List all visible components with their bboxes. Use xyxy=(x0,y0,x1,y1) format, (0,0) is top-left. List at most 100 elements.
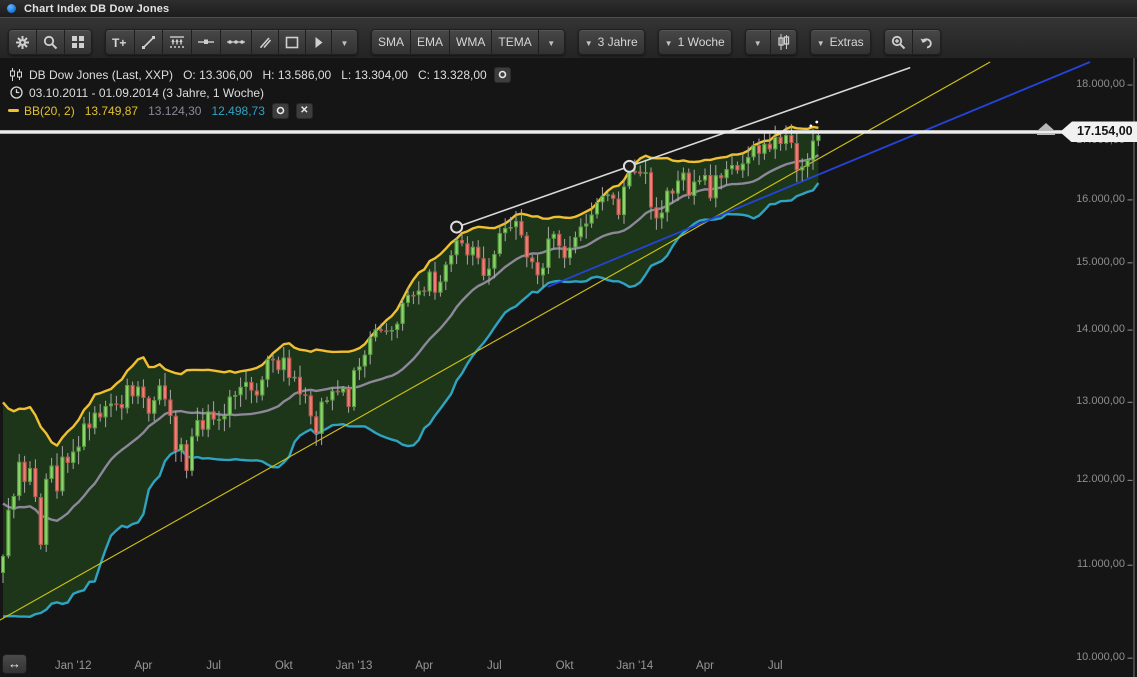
toolbar-button-label: Extras xyxy=(830,35,864,49)
ray-tool-icon xyxy=(227,38,245,46)
toolbar-button-search[interactable] xyxy=(37,29,65,55)
price-scale-arrow-icon[interactable] xyxy=(1037,123,1055,135)
toolbar-button-freehand-tool[interactable] xyxy=(252,29,279,55)
toolbar: T+ ▼ SMA EMA WMA TEMA ▼ ▼ 3 Jahre ▼ 1 Woche ▼ ▼ Extra… xyxy=(0,17,1137,59)
toolbar-button-pointer-tool[interactable] xyxy=(306,29,332,55)
x-axis-label: Jul xyxy=(768,660,783,672)
trendline-tool-icon xyxy=(141,35,156,50)
indicator-legend-row: BB(20, 2) 13.749,87 13.124,30 12.498,73 … xyxy=(8,102,511,119)
toolbar-button-label: WMA xyxy=(456,35,485,49)
close-value: 13.328,00 xyxy=(433,68,486,82)
toolbar-button-ema[interactable]: EMA xyxy=(411,29,450,55)
toolbar-button-label: SMA xyxy=(378,35,404,49)
bb-middle-value: 13.124,30 xyxy=(148,104,201,118)
x-axis-label: Okt xyxy=(275,660,293,672)
y-axis-label: 15.000,00 xyxy=(1035,256,1125,268)
pointer-tool-icon xyxy=(314,36,324,49)
toolbar-button-trendline-tool[interactable] xyxy=(135,29,163,55)
x-axis-label: Jul xyxy=(206,660,221,672)
toolbar-button-indicators-more[interactable]: ▼ xyxy=(539,29,565,55)
toolbar-button-label: EMA xyxy=(417,35,443,49)
toolbar-group: ▼ 3 Jahre xyxy=(578,29,645,55)
toolbar-group xyxy=(8,29,92,55)
toolbar-button-interval-select[interactable]: ▼ 1 Woche xyxy=(658,29,732,55)
undo-icon xyxy=(919,36,934,49)
toolbar-group: SMA EMA WMA TEMA ▼ xyxy=(371,29,565,55)
search-icon xyxy=(43,35,58,50)
indicators-more-icon: ▼ xyxy=(547,35,555,49)
toolbar-button-wma[interactable]: WMA xyxy=(450,29,492,55)
chart-type-candles-icon xyxy=(777,34,790,50)
toolbar-button-tema[interactable]: TEMA xyxy=(492,29,538,55)
toolbar-button-label: TEMA xyxy=(498,35,531,49)
rectangle-tool-icon xyxy=(285,36,299,49)
text-tool-icon: T+ xyxy=(112,36,128,49)
toolbar-button-chart-type-candles[interactable] xyxy=(771,29,797,55)
toolbar-button-rectangle-tool[interactable] xyxy=(279,29,306,55)
x-axis-label: Apr xyxy=(415,660,433,672)
high-value: 13.586,00 xyxy=(278,68,331,82)
chart-legend: DB Dow Jones (Last, XXP) O: 13.306,00 H:… xyxy=(8,66,511,120)
symbol-legend-row: DB Dow Jones (Last, XXP) O: 13.306,00 H:… xyxy=(8,66,511,83)
bb-visibility-button[interactable] xyxy=(272,103,289,119)
chart-window: Chart Index DB Dow Jones T+ ▼ SMA EMA WMA TEM… xyxy=(0,0,1137,677)
x-axis-label: Jan '14 xyxy=(616,660,653,672)
toolbar-button-extras-menu[interactable]: ▼ Extras xyxy=(810,29,871,55)
bb-indicator-name: BB(20, 2) xyxy=(24,104,75,118)
freehand-tool-icon xyxy=(258,35,272,49)
toolbar-button-chart-type-more[interactable]: ▼ xyxy=(745,29,771,55)
open-value: 13.306,00 xyxy=(199,68,252,82)
toolbar-button-undo[interactable] xyxy=(913,29,941,55)
horizontal-line-tool-icon xyxy=(198,38,214,46)
symbol-visibility-button[interactable] xyxy=(494,67,511,83)
title-bar[interactable]: Chart Index DB Dow Jones xyxy=(0,0,1137,17)
pan-chart-button[interactable]: ↔ xyxy=(2,654,27,674)
settings-icon xyxy=(15,35,30,50)
toolbar-group: T+ ▼ xyxy=(105,29,358,55)
y-axis-label: 14.000,00 xyxy=(1035,323,1125,335)
window-title: Chart Index DB Dow Jones xyxy=(24,3,169,15)
toolbar-button-draw-tools-more[interactable]: ▼ xyxy=(332,29,358,55)
last-price-label: 17.154,00 xyxy=(1060,121,1137,142)
period-text: 03.10.2011 - 01.09.2014 (3 Jahre, 1 Woch… xyxy=(29,86,264,100)
y-axis-label: 16.000,00 xyxy=(1035,193,1125,205)
toolbar-button-horizontal-line-tool[interactable] xyxy=(192,29,221,55)
toolbar-button-text-tool[interactable]: T+ xyxy=(105,29,135,55)
bb-upper-value: 13.749,87 xyxy=(85,104,138,118)
period-legend-row: 03.10.2011 - 01.09.2014 (3 Jahre, 1 Woch… xyxy=(8,84,511,101)
bb-lower-value: 12.498,73 xyxy=(211,104,264,118)
toolbar-button-label: 3 Jahre xyxy=(598,35,638,49)
toolbar-group: ▼ Extras xyxy=(810,29,871,55)
chart-area: DB Dow Jones (Last, XXP) O: 13.306,00 H:… xyxy=(0,58,1137,677)
interval-select-icon: ▼ xyxy=(665,35,673,49)
x-axis-label: Okt xyxy=(556,660,574,672)
y-axis-label: 13.000,00 xyxy=(1035,395,1125,407)
toolbar-group: ▼ 1 Woche xyxy=(658,29,732,55)
svg-text:T+: T+ xyxy=(112,36,126,49)
extras-menu-icon: ▼ xyxy=(817,35,825,49)
low-value: 13.304,00 xyxy=(355,68,408,82)
high-label: H: xyxy=(262,68,274,82)
close-label: C: xyxy=(418,68,430,82)
toolbar-button-fibonacci-tool[interactable] xyxy=(163,29,192,55)
low-label: L: xyxy=(341,68,351,82)
y-axis-label: 11.000,00 xyxy=(1035,558,1125,570)
toolbar-button-ray-tool[interactable] xyxy=(221,29,252,55)
chart-plot-area[interactable] xyxy=(0,58,1137,677)
toolbar-button-sma[interactable]: SMA xyxy=(371,29,411,55)
toolbar-button-layout-grid[interactable] xyxy=(65,29,92,55)
x-axis-label: Jan '12 xyxy=(55,660,92,672)
toolbar-button-range-select[interactable]: ▼ 3 Jahre xyxy=(578,29,645,55)
range-select-icon: ▼ xyxy=(585,35,593,49)
toolbar-button-zoom-in[interactable] xyxy=(884,29,913,55)
clock-icon xyxy=(8,86,24,99)
chart-type-more-icon: ▼ xyxy=(754,35,762,49)
toolbar-group xyxy=(884,29,941,55)
fibonacci-tool-icon xyxy=(169,35,185,49)
toolbar-button-label: 1 Woche xyxy=(678,35,725,49)
toolbar-button-settings[interactable] xyxy=(8,29,37,55)
x-axis-label: Jan '13 xyxy=(336,660,373,672)
bb-remove-button[interactable]: ✕ xyxy=(296,103,313,119)
x-axis-label: Apr xyxy=(134,660,152,672)
open-label: O: xyxy=(183,68,196,82)
